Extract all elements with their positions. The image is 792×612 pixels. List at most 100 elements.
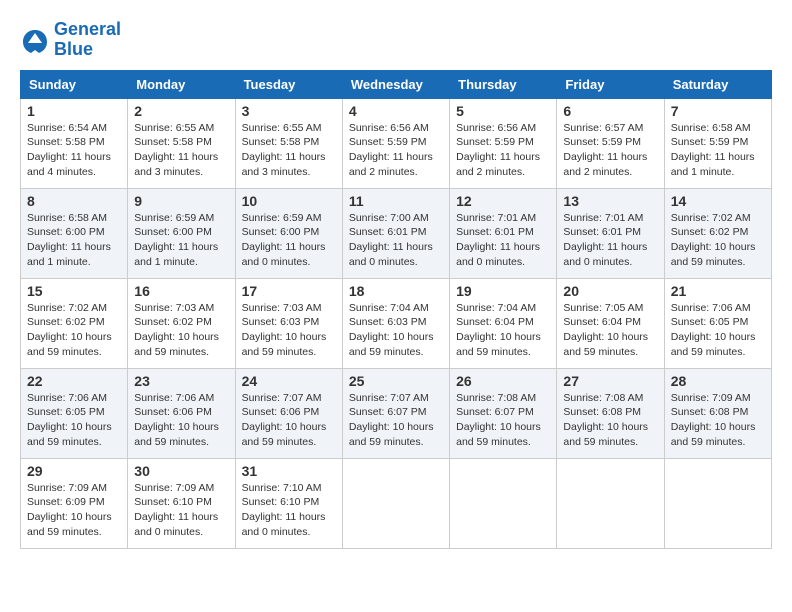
day-info: Sunrise: 7:05 AM Sunset: 6:04 PM Dayligh… [563,301,657,360]
day-number: 18 [349,283,443,299]
calendar-day-cell: 21 Sunrise: 7:06 AM Sunset: 6:05 PM Dayl… [664,278,771,368]
calendar-day-cell: 8 Sunrise: 6:58 AM Sunset: 6:00 PM Dayli… [21,188,128,278]
calendar-week-row: 29 Sunrise: 7:09 AM Sunset: 6:09 PM Dayl… [21,458,772,548]
weekday-header: Tuesday [235,70,342,98]
day-number: 23 [134,373,228,389]
day-info: Sunrise: 6:56 AM Sunset: 5:59 PM Dayligh… [349,121,443,180]
weekday-header: Friday [557,70,664,98]
day-info: Sunrise: 6:55 AM Sunset: 5:58 PM Dayligh… [242,121,336,180]
calendar-day-cell: 24 Sunrise: 7:07 AM Sunset: 6:06 PM Dayl… [235,368,342,458]
day-info: Sunrise: 7:01 AM Sunset: 6:01 PM Dayligh… [456,211,550,270]
day-info: Sunrise: 6:59 AM Sunset: 6:00 PM Dayligh… [242,211,336,270]
calendar-day-cell: 31 Sunrise: 7:10 AM Sunset: 6:10 PM Dayl… [235,458,342,548]
calendar-day-cell: 5 Sunrise: 6:56 AM Sunset: 5:59 PM Dayli… [450,98,557,188]
day-number: 10 [242,193,336,209]
calendar-day-cell: 29 Sunrise: 7:09 AM Sunset: 6:09 PM Dayl… [21,458,128,548]
calendar-day-cell: 7 Sunrise: 6:58 AM Sunset: 5:59 PM Dayli… [664,98,771,188]
calendar-day-cell: 15 Sunrise: 7:02 AM Sunset: 6:02 PM Dayl… [21,278,128,368]
day-number: 31 [242,463,336,479]
calendar-day-cell: 13 Sunrise: 7:01 AM Sunset: 6:01 PM Dayl… [557,188,664,278]
weekday-header-row: SundayMondayTuesdayWednesdayThursdayFrid… [21,70,772,98]
calendar-day-cell: 18 Sunrise: 7:04 AM Sunset: 6:03 PM Dayl… [342,278,449,368]
day-info: Sunrise: 6:54 AM Sunset: 5:58 PM Dayligh… [27,121,121,180]
day-info: Sunrise: 7:07 AM Sunset: 6:07 PM Dayligh… [349,391,443,450]
logo-icon [20,25,50,55]
day-info: Sunrise: 7:06 AM Sunset: 6:06 PM Dayligh… [134,391,228,450]
calendar-day-cell: 27 Sunrise: 7:08 AM Sunset: 6:08 PM Dayl… [557,368,664,458]
calendar-day-cell: 4 Sunrise: 6:56 AM Sunset: 5:59 PM Dayli… [342,98,449,188]
day-info: Sunrise: 6:57 AM Sunset: 5:59 PM Dayligh… [563,121,657,180]
calendar-day-cell: 11 Sunrise: 7:00 AM Sunset: 6:01 PM Dayl… [342,188,449,278]
day-number: 8 [27,193,121,209]
day-number: 13 [563,193,657,209]
day-number: 30 [134,463,228,479]
page-header: General Blue [20,20,772,60]
day-number: 25 [349,373,443,389]
calendar-day-cell: 25 Sunrise: 7:07 AM Sunset: 6:07 PM Dayl… [342,368,449,458]
day-info: Sunrise: 7:02 AM Sunset: 6:02 PM Dayligh… [27,301,121,360]
calendar-day-cell: 9 Sunrise: 6:59 AM Sunset: 6:00 PM Dayli… [128,188,235,278]
calendar-day-cell: 28 Sunrise: 7:09 AM Sunset: 6:08 PM Dayl… [664,368,771,458]
calendar-week-row: 22 Sunrise: 7:06 AM Sunset: 6:05 PM Dayl… [21,368,772,458]
day-info: Sunrise: 7:00 AM Sunset: 6:01 PM Dayligh… [349,211,443,270]
day-number: 19 [456,283,550,299]
day-info: Sunrise: 6:59 AM Sunset: 6:00 PM Dayligh… [134,211,228,270]
day-number: 16 [134,283,228,299]
day-number: 17 [242,283,336,299]
day-number: 21 [671,283,765,299]
day-number: 22 [27,373,121,389]
calendar-day-cell [557,458,664,548]
day-number: 20 [563,283,657,299]
calendar-week-row: 15 Sunrise: 7:02 AM Sunset: 6:02 PM Dayl… [21,278,772,368]
calendar-day-cell: 6 Sunrise: 6:57 AM Sunset: 5:59 PM Dayli… [557,98,664,188]
day-info: Sunrise: 7:09 AM Sunset: 6:09 PM Dayligh… [27,481,121,540]
calendar-day-cell [342,458,449,548]
weekday-header: Monday [128,70,235,98]
weekday-header: Thursday [450,70,557,98]
calendar-day-cell: 19 Sunrise: 7:04 AM Sunset: 6:04 PM Dayl… [450,278,557,368]
calendar-day-cell: 12 Sunrise: 7:01 AM Sunset: 6:01 PM Dayl… [450,188,557,278]
day-number: 7 [671,103,765,119]
calendar-day-cell: 16 Sunrise: 7:03 AM Sunset: 6:02 PM Dayl… [128,278,235,368]
day-number: 24 [242,373,336,389]
day-info: Sunrise: 7:08 AM Sunset: 6:08 PM Dayligh… [563,391,657,450]
day-number: 11 [349,193,443,209]
day-info: Sunrise: 6:58 AM Sunset: 5:59 PM Dayligh… [671,121,765,180]
weekday-header: Wednesday [342,70,449,98]
day-number: 9 [134,193,228,209]
calendar-day-cell: 30 Sunrise: 7:09 AM Sunset: 6:10 PM Dayl… [128,458,235,548]
day-number: 12 [456,193,550,209]
day-number: 14 [671,193,765,209]
day-number: 5 [456,103,550,119]
day-info: Sunrise: 6:58 AM Sunset: 6:00 PM Dayligh… [27,211,121,270]
calendar-day-cell: 23 Sunrise: 7:06 AM Sunset: 6:06 PM Dayl… [128,368,235,458]
calendar-day-cell: 17 Sunrise: 7:03 AM Sunset: 6:03 PM Dayl… [235,278,342,368]
day-info: Sunrise: 7:06 AM Sunset: 6:05 PM Dayligh… [671,301,765,360]
day-number: 26 [456,373,550,389]
logo-text: General Blue [54,20,121,60]
calendar-day-cell [450,458,557,548]
day-info: Sunrise: 6:55 AM Sunset: 5:58 PM Dayligh… [134,121,228,180]
day-number: 29 [27,463,121,479]
logo: General Blue [20,20,121,60]
calendar-week-row: 8 Sunrise: 6:58 AM Sunset: 6:00 PM Dayli… [21,188,772,278]
day-info: Sunrise: 7:04 AM Sunset: 6:04 PM Dayligh… [456,301,550,360]
calendar-day-cell: 22 Sunrise: 7:06 AM Sunset: 6:05 PM Dayl… [21,368,128,458]
weekday-header: Saturday [664,70,771,98]
calendar-table: SundayMondayTuesdayWednesdayThursdayFrid… [20,70,772,549]
day-number: 15 [27,283,121,299]
day-info: Sunrise: 7:08 AM Sunset: 6:07 PM Dayligh… [456,391,550,450]
calendar-day-cell: 20 Sunrise: 7:05 AM Sunset: 6:04 PM Dayl… [557,278,664,368]
day-number: 27 [563,373,657,389]
calendar-day-cell: 10 Sunrise: 6:59 AM Sunset: 6:00 PM Dayl… [235,188,342,278]
day-info: Sunrise: 7:06 AM Sunset: 6:05 PM Dayligh… [27,391,121,450]
calendar-day-cell [664,458,771,548]
day-info: Sunrise: 7:01 AM Sunset: 6:01 PM Dayligh… [563,211,657,270]
calendar-day-cell: 2 Sunrise: 6:55 AM Sunset: 5:58 PM Dayli… [128,98,235,188]
calendar-day-cell: 1 Sunrise: 6:54 AM Sunset: 5:58 PM Dayli… [21,98,128,188]
day-info: Sunrise: 7:04 AM Sunset: 6:03 PM Dayligh… [349,301,443,360]
day-number: 2 [134,103,228,119]
day-number: 6 [563,103,657,119]
day-number: 4 [349,103,443,119]
day-info: Sunrise: 7:03 AM Sunset: 6:03 PM Dayligh… [242,301,336,360]
